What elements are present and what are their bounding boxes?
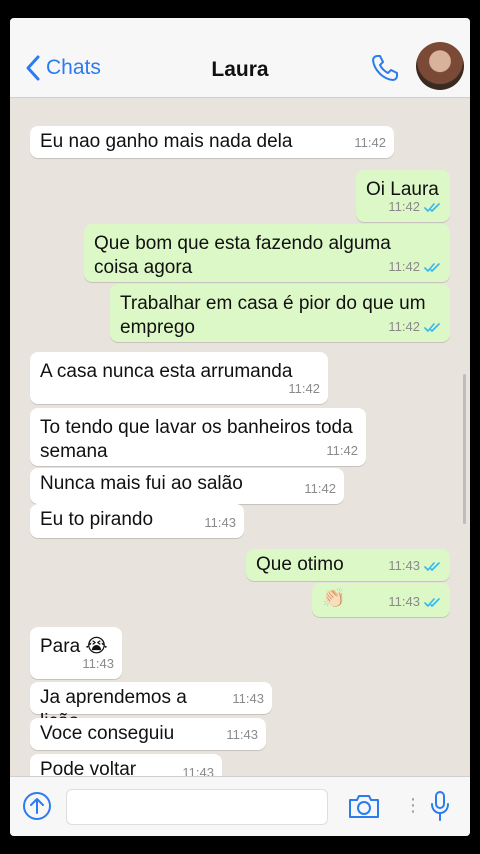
incoming-message[interactable]: Pode voltar 11:43 <box>30 754 222 776</box>
message-timestamp: 11:43 <box>388 594 420 609</box>
microphone-icon[interactable] <box>430 790 450 822</box>
more-icon[interactable]: ⋮ <box>404 795 422 816</box>
message-text: To tendo que lavar os banheiros toda sem… <box>40 417 353 462</box>
outgoing-message[interactable]: 👏🏻 11:43 <box>312 583 450 617</box>
message-time: 11:43 <box>232 687 264 711</box>
incoming-message[interactable]: Para 😭 11:43 <box>30 627 122 679</box>
incoming-message[interactable]: A casa nunca esta arrumanda 11:42 <box>30 352 328 404</box>
message-timestamp: 11:42 <box>388 199 420 214</box>
message-text: Eu nao ganho mais nada dela <box>40 131 293 152</box>
message-timestamp: 11:43 <box>82 656 114 671</box>
read-receipt-icon <box>424 262 440 272</box>
read-receipt-icon <box>424 322 440 332</box>
message-timestamp: 11:42 <box>288 381 320 396</box>
chat-header: Chats Laura <box>10 18 470 98</box>
message-timestamp: 11:43 <box>204 515 236 530</box>
camera-icon[interactable] <box>348 793 380 819</box>
message-timestamp: 11:42 <box>388 319 420 334</box>
message-timestamp: 11:43 <box>182 765 214 776</box>
message-time: 11:42 <box>388 255 442 279</box>
incoming-message[interactable]: Eu nao ganho mais nada dela 11:42 <box>30 126 394 158</box>
message-text: Voce conseguiu <box>40 723 175 744</box>
message-time: 11:43 <box>388 590 442 614</box>
avatar[interactable] <box>416 42 464 90</box>
outgoing-message[interactable]: Que bom que esta fazendo alguma coisa ag… <box>84 224 450 282</box>
attach-arrow-up-icon[interactable] <box>22 791 52 821</box>
incoming-message[interactable]: To tendo que lavar os banheiros toda sem… <box>30 408 366 466</box>
read-receipt-icon <box>424 597 440 607</box>
message-timestamp: 11:43 <box>388 558 420 573</box>
message-timestamp: 11:42 <box>326 443 358 458</box>
outgoing-message[interactable]: Que otimo 11:43 <box>246 549 450 581</box>
message-time: 11:43 <box>182 761 214 776</box>
message-time: 11:42 <box>326 439 358 463</box>
scrollbar[interactable] <box>463 374 466 524</box>
read-receipt-icon <box>424 202 440 212</box>
incoming-message[interactable]: Ja aprendemos a lição11:43 <box>30 682 272 732</box>
outgoing-message[interactable]: Oi Laura 11:42 <box>356 170 450 222</box>
phone-icon[interactable] <box>370 53 400 83</box>
input-bar: ⋮ <box>10 776 470 836</box>
message-time: 11:42 <box>304 477 336 501</box>
message-time: 11:42 <box>288 377 320 401</box>
message-time: 11:43 <box>388 554 442 578</box>
incoming-message[interactable]: Voce conseguiu 11:43 <box>30 718 266 750</box>
contact-name[interactable]: Laura <box>10 58 470 82</box>
outgoing-message[interactable]: Trabalhar em casa é pior do que um empre… <box>110 284 450 342</box>
message-time: 11:42 <box>388 315 442 339</box>
incoming-message[interactable]: Eu to pirando 11:43 <box>30 504 244 538</box>
message-timestamp: 11:42 <box>354 135 386 150</box>
message-text: A casa nunca esta arrumanda <box>40 361 293 382</box>
message-timestamp: 11:42 <box>304 481 336 496</box>
message-list: Eu nao ganho mais nada dela 11:42 Oi Laura… <box>10 99 470 776</box>
message-timestamp: 11:43 <box>226 727 258 742</box>
message-timestamp: 11:42 <box>388 259 420 274</box>
chat-screen: Chats Laura Eu nao ganho mais nada dela 1… <box>10 18 470 836</box>
message-time: 11:43 <box>204 511 236 535</box>
read-receipt-icon <box>424 561 440 571</box>
message-text: Nunca mais fui ao salão <box>40 473 243 494</box>
incoming-message[interactable]: Nunca mais fui ao salão 11:42 <box>30 468 344 504</box>
message-timestamp: 11:43 <box>232 691 264 706</box>
message-input[interactable] <box>66 789 328 825</box>
message-time: 11:43 <box>82 652 114 676</box>
message-time: 11:43 <box>226 723 258 747</box>
message-time: 11:42 <box>388 195 442 219</box>
message-time: 11:42 <box>354 131 386 155</box>
